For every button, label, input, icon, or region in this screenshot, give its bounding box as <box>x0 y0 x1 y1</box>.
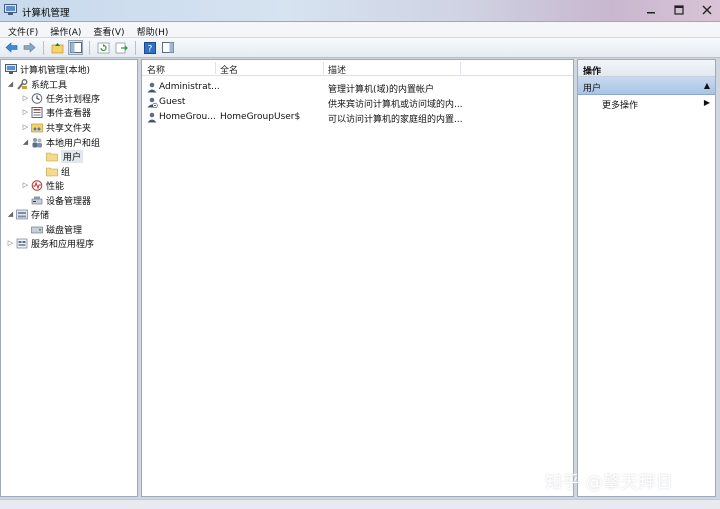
refresh-icon[interactable] <box>96 40 111 55</box>
window-title: 计算机管理 <box>22 8 70 19</box>
event-viewer-icon <box>31 106 43 118</box>
toolbar: ? <box>0 38 720 58</box>
actions-section-label: 用户 <box>583 84 602 94</box>
user-disabled-icon <box>147 97 158 108</box>
computer-management-icon <box>5 63 17 74</box>
folder-icon <box>46 167 58 176</box>
list-header: 名称 全名 描述 <box>142 60 573 76</box>
console-tree: 计算机管理(本地) ◢ 系统工具 ▷ 任务计划程序 ▷ 事件查看器 ▷ 共享文件… <box>0 59 138 497</box>
collapse-arrow-icon[interactable]: ◢ <box>6 210 15 218</box>
actions-pane: 操作 用户 ▲ 更多操作 ▶ <box>577 59 716 497</box>
toolbar-separator <box>135 40 136 55</box>
users-group-icon <box>32 137 42 147</box>
user-name: Guest <box>159 97 186 107</box>
tree-item-event-viewer[interactable]: ▷ 事件查看器 <box>21 105 91 119</box>
user-name: Administrat... <box>159 82 220 92</box>
tree-item-task-scheduler[interactable]: ▷ 任务计划程序 <box>21 91 100 105</box>
column-header-name[interactable]: 名称 <box>147 63 165 76</box>
tree-item-device-manager[interactable]: 设备管理器 <box>30 193 91 207</box>
show-hide-tree-icon[interactable] <box>68 40 83 55</box>
tree-item-root[interactable]: 计算机管理(本地) <box>4 62 90 76</box>
help-icon[interactable]: ? <box>142 40 157 55</box>
user-name: HomeGrou... <box>159 112 216 122</box>
expand-arrow-icon[interactable]: ▷ <box>21 108 30 116</box>
tree-item-disk-management[interactable]: 磁盘管理 <box>30 222 82 236</box>
actions-header: 操作 <box>578 60 715 77</box>
user-description: 供来宾访问计算机或访问域的内... <box>328 100 463 110</box>
menu-action[interactable]: 操作(A) <box>48 22 87 38</box>
computer-management-icon <box>4 4 17 15</box>
submenu-arrow-icon[interactable]: ▶ <box>704 98 710 107</box>
expand-arrow-icon[interactable]: ▷ <box>6 239 15 247</box>
user-list: 名称 全名 描述 Administrat... 管理计算机(域)的内置帐户 Gu… <box>141 59 574 497</box>
menu-bar: 文件(F) 操作(A) 查看(V) 帮助(H) <box>0 22 720 38</box>
show-hide-action-pane-icon[interactable] <box>160 40 175 55</box>
expand-arrow-icon[interactable]: ▷ <box>21 181 30 189</box>
menu-file[interactable]: 文件(F) <box>6 22 44 38</box>
minimize-icon[interactable] <box>644 3 658 17</box>
collapse-arrow-icon[interactable]: ◢ <box>21 138 30 146</box>
storage-icon <box>16 209 28 219</box>
collapse-arrow-icon[interactable]: ◢ <box>6 80 15 88</box>
toolbar-separator <box>43 40 44 55</box>
table-row[interactable]: HomeGrou... HomeGroupUser$ 可以访问计算机的家庭组的内… <box>142 110 573 125</box>
column-header-fullname[interactable]: 全名 <box>220 63 238 76</box>
tree-item-storage[interactable]: ◢ 存储 <box>6 207 49 221</box>
table-row[interactable]: Guest 供来宾访问计算机或访问域的内... <box>142 95 573 110</box>
up-folder-icon[interactable] <box>50 40 65 55</box>
collapse-up-icon[interactable]: ▲ <box>704 81 710 90</box>
shared-folder-icon <box>31 123 43 132</box>
column-divider[interactable] <box>460 62 461 74</box>
tree-item-groups[interactable]: 组 <box>45 164 70 178</box>
clock-icon <box>31 92 43 104</box>
forward-arrow-icon[interactable] <box>22 40 37 55</box>
user-description: 可以访问计算机的家庭组的内置... <box>328 115 463 125</box>
watermark: 知乎 @擎天拜日 <box>545 473 674 493</box>
close-icon[interactable] <box>700 3 714 17</box>
expand-arrow-icon[interactable]: ▷ <box>21 123 30 131</box>
tree-item-services-apps[interactable]: ▷ 服务和应用程序 <box>6 236 94 250</box>
user-fullname: HomeGroupUser$ <box>220 112 301 122</box>
tools-icon <box>17 78 28 90</box>
svg-text:?: ? <box>147 44 152 54</box>
export-list-icon[interactable] <box>114 40 129 55</box>
performance-icon <box>31 179 43 191</box>
tree-item-shared-folders[interactable]: ▷ 共享文件夹 <box>21 120 91 134</box>
column-divider[interactable] <box>215 62 216 74</box>
user-icon <box>147 112 157 123</box>
table-row[interactable]: Administrat... 管理计算机(域)的内置帐户 <box>142 80 573 95</box>
toolbar-separator <box>89 40 90 55</box>
status-bar <box>0 499 720 509</box>
menu-view[interactable]: 查看(V) <box>91 22 130 38</box>
title-bar: 计算机管理 <box>0 0 720 22</box>
disk-icon <box>31 226 43 233</box>
user-icon <box>147 82 157 93</box>
menu-help[interactable]: 帮助(H) <box>135 22 175 38</box>
column-divider[interactable] <box>323 62 324 74</box>
expand-arrow-icon[interactable]: ▷ <box>21 94 30 102</box>
actions-section-users[interactable]: 用户 ▲ <box>578 77 715 95</box>
maximize-icon[interactable] <box>672 3 686 17</box>
user-description: 管理计算机(域)的内置帐户 <box>328 85 435 95</box>
tree-item-users[interactable]: 用户 <box>45 149 84 163</box>
device-manager-icon <box>31 196 43 204</box>
services-icon <box>16 238 28 248</box>
tree-item-performance[interactable]: ▷ 性能 <box>21 178 64 192</box>
back-arrow-icon[interactable] <box>4 40 19 55</box>
folder-icon <box>46 152 58 161</box>
tree-item-system-tools[interactable]: ◢ 系统工具 <box>6 77 67 91</box>
column-header-description[interactable]: 描述 <box>328 63 346 76</box>
tree-item-local-users-groups[interactable]: ◢ 本地用户和组 <box>21 135 100 149</box>
more-actions-item[interactable]: 更多操作 <box>602 98 638 111</box>
